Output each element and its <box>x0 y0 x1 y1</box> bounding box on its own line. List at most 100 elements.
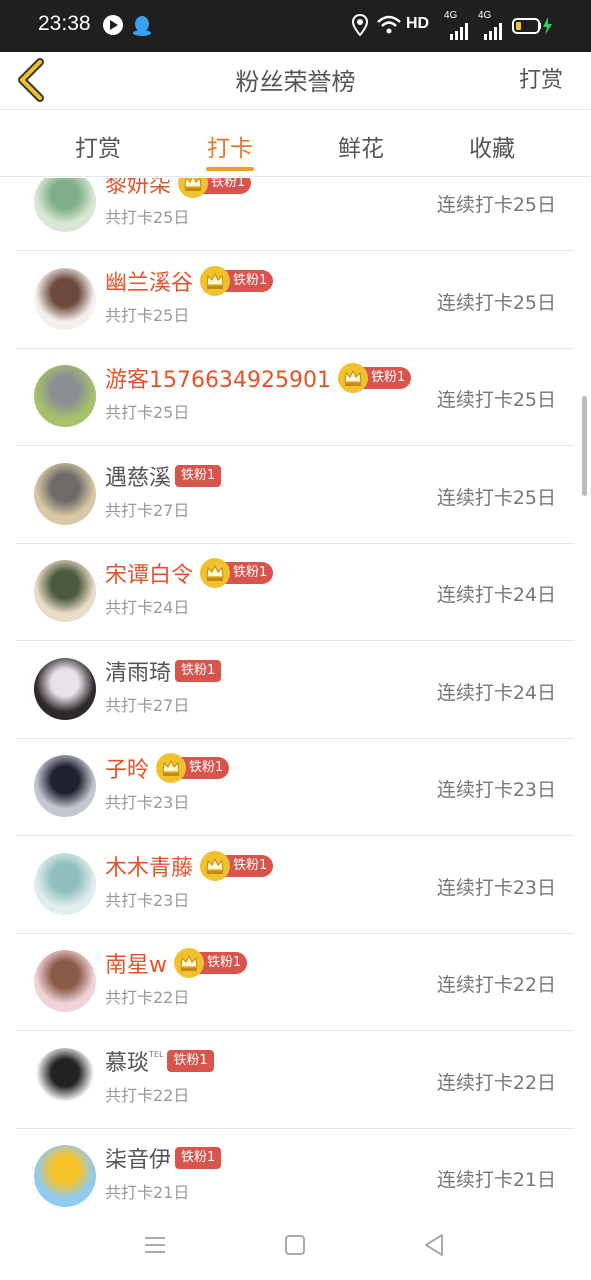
battery-icon <box>512 17 552 35</box>
total-checkin-count: 共打卡22日 <box>105 988 190 1007</box>
network-label-2: 4G <box>478 10 492 21</box>
avatar[interactable] <box>34 755 96 817</box>
name-line: 木木青藤 铁粉1 <box>105 850 274 882</box>
menu-icon[interactable] <box>140 1230 170 1260</box>
tab-favorites[interactable]: 收藏 <box>452 129 532 163</box>
name-line: 游客1576634925901 铁粉1 <box>105 362 412 394</box>
streak-count: 连续打卡25日 <box>436 389 556 411</box>
name-line: 遇慈溪 铁粉1 <box>105 460 222 492</box>
tab-reward[interactable]: 打赏 <box>58 129 138 163</box>
fan-level-badge: 铁粉1 <box>175 659 222 682</box>
streak-count: 连续打卡25日 <box>436 486 556 509</box>
fan-row[interactable]: 黎妍柒 铁粉1 共打卡25日 连续打卡25日 <box>16 178 574 251</box>
total-checkin-count: 共打卡25日 <box>105 403 190 422</box>
tab-checkin[interactable]: 打卡 <box>190 129 270 163</box>
avatar[interactable] <box>34 178 96 232</box>
play-icon <box>103 15 123 35</box>
crown-icon <box>200 850 231 881</box>
total-checkin-count: 共打卡27日 <box>105 695 190 715</box>
fan-level-badge: 铁粉1 <box>167 1049 214 1072</box>
name-line: 幽兰溪谷 铁粉1 <box>105 265 274 297</box>
fan-level-badge: 铁粉1 <box>175 1147 222 1169</box>
total-checkin-count: 共打卡24日 <box>105 598 190 617</box>
name-line: 宋谭白令 铁粉1 <box>105 557 274 589</box>
total-checkin-count: 共打卡23日 <box>105 793 190 812</box>
fan-list[interactable]: 黎妍柒 铁粉1 共打卡25日 连续打卡25日 幽兰溪谷 铁粉1 共打卡25日 连续打卡25日游… <box>0 178 591 1210</box>
system-nav-bar <box>0 1210 591 1280</box>
total-checkin-count: 共打卡23日 <box>105 890 190 910</box>
avatar[interactable] <box>34 950 96 1012</box>
crown-icon <box>337 363 368 393</box>
name-line: 慕琰 TEL 铁粉1 <box>105 1046 214 1076</box>
fan-row[interactable]: 慕琰 TEL 铁粉1 共打卡22日 连续打卡22日 <box>16 1032 574 1129</box>
total-checkin-count: 共打卡21日 <box>105 1183 190 1202</box>
fan-level-badge: 铁粉1 <box>175 464 222 487</box>
avatar[interactable] <box>34 1145 96 1207</box>
location-icon <box>352 14 368 36</box>
signal-icon-1 <box>450 23 468 40</box>
fan-row[interactable]: 清雨琦 铁粉1 共打卡27日 连续打卡24日 <box>16 642 574 739</box>
fan-name[interactable]: 清雨琦 <box>105 655 171 687</box>
fan-name[interactable]: 慕琰 <box>105 1045 149 1077</box>
name-superscript: TEL <box>149 1049 164 1059</box>
streak-count: 连续打卡21日 <box>436 1169 556 1191</box>
fan-name[interactable]: 遇慈溪 <box>105 460 171 492</box>
fan-name[interactable]: 木木青藤 <box>105 850 193 882</box>
active-tab-indicator <box>206 167 254 171</box>
crown-icon <box>178 178 209 198</box>
streak-count: 连续打卡23日 <box>436 876 556 899</box>
avatar[interactable] <box>34 1047 96 1110</box>
streak-count: 连续打卡23日 <box>436 779 556 801</box>
fan-row[interactable]: 幽兰溪谷 铁粉1 共打卡25日 连续打卡25日 <box>16 252 574 349</box>
reward-button[interactable]: 打赏 <box>519 62 563 94</box>
fan-row[interactable]: 柒音伊 铁粉1 共打卡21日 连续打卡21日 <box>16 1129 574 1210</box>
avatar[interactable] <box>34 462 96 525</box>
fan-name[interactable]: 子昤 <box>105 752 149 784</box>
qq-icon <box>133 16 151 36</box>
total-checkin-count: 共打卡27日 <box>105 500 190 520</box>
streak-count: 连续打卡24日 <box>436 681 556 704</box>
fan-name[interactable]: 幽兰溪谷 <box>105 265 193 297</box>
fan-name[interactable]: 宋谭白令 <box>105 557 193 589</box>
avatar[interactable] <box>34 657 96 720</box>
crown-icon <box>174 948 204 978</box>
avatar[interactable] <box>34 365 96 427</box>
header-bar: 粉丝荣誉榜 打赏 <box>0 52 591 110</box>
tab-flowers[interactable]: 鲜花 <box>321 129 401 163</box>
tab-bar: 打赏 打卡 鲜花 收藏 <box>0 111 591 177</box>
total-checkin-count: 共打卡22日 <box>105 1085 190 1105</box>
avatar[interactable] <box>34 560 96 622</box>
streak-count: 连续打卡25日 <box>436 194 556 216</box>
page-title: 粉丝荣誉榜 <box>235 68 356 96</box>
fan-row[interactable]: 遇慈溪 铁粉1 共打卡27日 连续打卡25日 <box>16 447 574 544</box>
streak-count: 连续打卡22日 <box>436 974 556 996</box>
streak-count: 连续打卡25日 <box>436 291 556 314</box>
fan-name[interactable]: 柒音伊 <box>105 1142 171 1174</box>
name-line: 清雨琦 铁粉1 <box>105 655 222 687</box>
back-triangle-icon[interactable] <box>420 1230 450 1260</box>
name-line: 子昤 铁粉1 <box>105 752 230 784</box>
scrollbar[interactable] <box>582 396 587 496</box>
avatar[interactable] <box>34 852 96 915</box>
fan-row[interactable]: 南星w 铁粉1 共打卡22日 连续打卡22日 <box>16 934 574 1031</box>
wifi-icon <box>377 15 401 34</box>
home-icon[interactable] <box>280 1230 310 1260</box>
fan-name[interactable]: 游客1576634925901 <box>105 362 331 394</box>
signal-icon-2 <box>484 23 502 40</box>
total-checkin-count: 共打卡25日 <box>105 208 190 227</box>
network-label-1: 4G <box>444 10 458 21</box>
fan-row[interactable]: 游客1576634925901 铁粉1 共打卡25日 连续打卡25日 <box>16 349 574 446</box>
fan-name[interactable]: 黎妍柒 <box>105 178 171 199</box>
avatar[interactable] <box>34 267 96 330</box>
crown-icon <box>156 753 187 783</box>
crown-icon <box>200 265 231 296</box>
streak-count: 连续打卡24日 <box>436 584 556 606</box>
fan-row[interactable]: 子昤 铁粉1 共打卡23日 连续打卡23日 <box>16 739 574 836</box>
status-bar: 23:38 HD 4G 4G <box>0 0 591 52</box>
fan-row[interactable]: 木木青藤 铁粉1 共打卡23日 连续打卡23日 <box>16 837 574 934</box>
total-checkin-count: 共打卡25日 <box>105 305 190 325</box>
fan-row[interactable]: 宋谭白令 铁粉1 共打卡24日 连续打卡24日 <box>16 544 574 641</box>
hd-label: HD <box>406 15 430 32</box>
fan-name[interactable]: 南星w <box>105 947 167 979</box>
crown-icon <box>200 558 231 588</box>
